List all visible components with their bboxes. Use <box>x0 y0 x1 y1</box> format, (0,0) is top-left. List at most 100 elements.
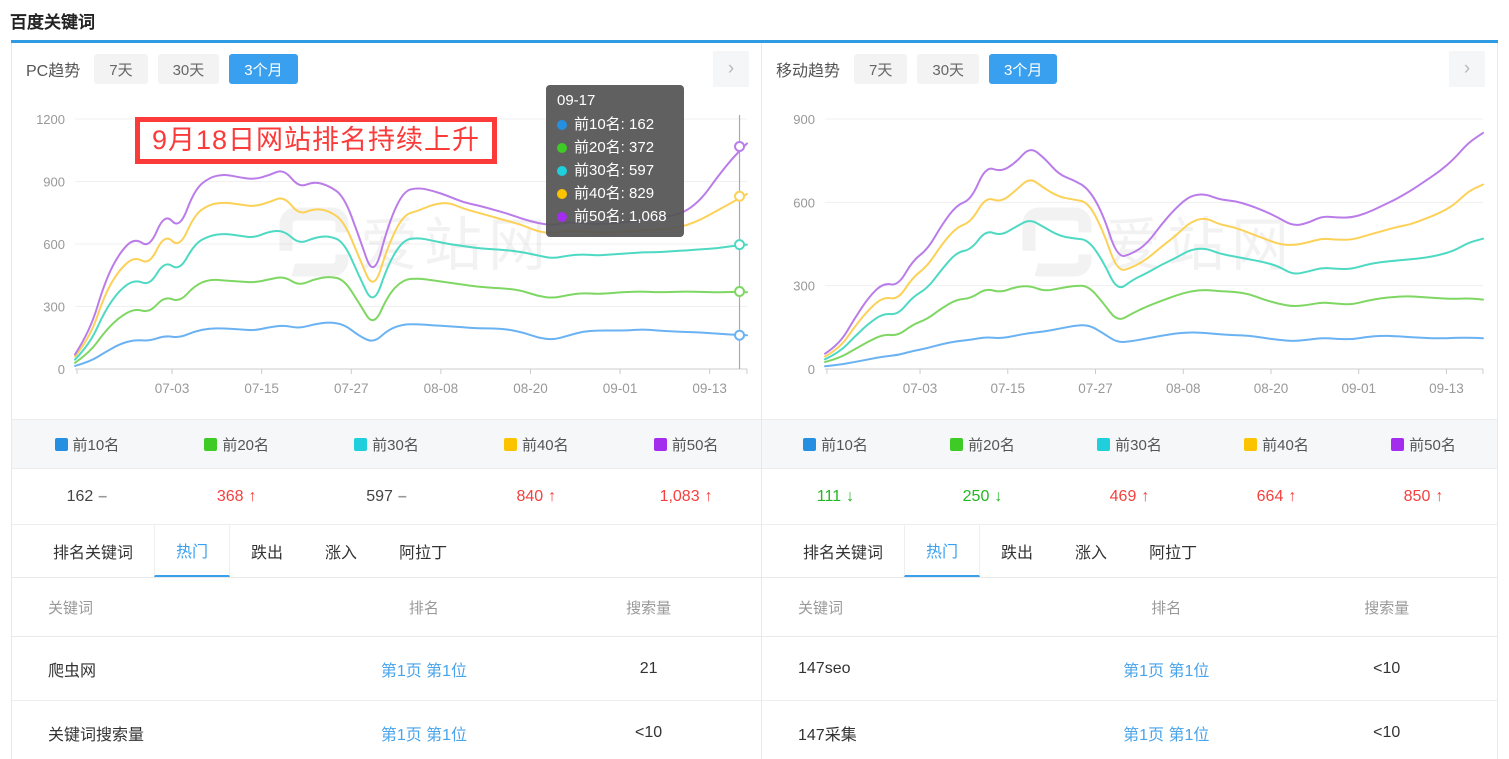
volume-cell: <10 <box>1277 660 1498 678</box>
stat-value-前30名: 597– <box>312 488 462 506</box>
next-arrow-button[interactable]: › <box>713 51 749 87</box>
legend-swatch-icon <box>654 438 667 451</box>
keyword-cell: 147seo <box>762 660 1056 678</box>
legend-item-前30名[interactable]: 前30名 <box>312 434 462 455</box>
svg-text:09-01: 09-01 <box>1341 381 1376 396</box>
down-arrow-icon: ↓ <box>994 488 1002 505</box>
range-button-30天[interactable]: 30天 <box>158 54 220 84</box>
legend-item-前40名[interactable]: 前40名 <box>461 434 611 455</box>
legend-label: 前30名 <box>372 434 419 455</box>
legend-swatch-icon <box>504 438 517 451</box>
tooltip-item-前10名: 前10名: 162 <box>557 113 672 136</box>
stat-value-前20名: 250↓ <box>909 488 1056 506</box>
tab-跌出[interactable]: 跌出 <box>230 525 304 577</box>
stat-number: 368 <box>217 488 244 505</box>
table-row: 147采集第1页 第1位<10 <box>762 701 1497 759</box>
table-row: 关键词搜索量第1页 第1位<10 <box>12 701 761 759</box>
stat-value-前30名: 469↑ <box>1056 488 1203 506</box>
tooltip-text: 前10名: 162 <box>574 113 654 136</box>
range-button-3个月[interactable]: 3个月 <box>989 54 1057 84</box>
tab-热门[interactable]: 热门 <box>904 525 980 577</box>
volume-cell: 21 <box>536 660 761 678</box>
table-row: 爬虫网第1页 第1位21 <box>12 637 761 701</box>
legend-label: 前50名 <box>672 434 719 455</box>
tab-热门[interactable]: 热门 <box>154 525 230 577</box>
rank-link[interactable]: 第1页 第1位 <box>1123 663 1209 680</box>
legend-item-前40名[interactable]: 前40名 <box>1203 434 1350 455</box>
stat-value-前50名: 1,083↑ <box>611 488 761 506</box>
legend-label: 前10名 <box>821 434 868 455</box>
svg-text:07-15: 07-15 <box>991 381 1026 396</box>
legend-item-前20名[interactable]: 前20名 <box>162 434 312 455</box>
tab-阿拉丁[interactable]: 阿拉丁 <box>378 525 468 577</box>
tooltip-item-前20名: 前20名: 372 <box>557 136 672 159</box>
stat-number: 840 <box>516 488 543 505</box>
rank-cell: 第1页 第1位 <box>312 721 537 745</box>
mobile-trend-chart[interactable]: 0300600900爱站网07-0307-1507-2708-0808-2009… <box>762 93 1497 419</box>
next-arrow-button[interactable]: › <box>1449 51 1485 87</box>
range-button-7天[interactable]: 7天 <box>854 54 907 84</box>
legend-swatch-icon <box>1391 438 1404 451</box>
tooltip-item-前40名: 前40名: 829 <box>557 182 672 205</box>
pc-chart-area: 03006009001200爱站网07-0307-1507-2708-0808-… <box>12 93 761 419</box>
column-header-keyword: 关键词 <box>762 597 1056 618</box>
stat-value-前50名: 850↑ <box>1350 488 1497 506</box>
legend-label: 前50名 <box>1409 434 1456 455</box>
down-arrow-icon: ↓ <box>846 488 854 505</box>
pc-table-header: 关键词 排名 搜索量 <box>12 578 761 637</box>
range-button-7天[interactable]: 7天 <box>94 54 147 84</box>
svg-text:0: 0 <box>808 362 815 377</box>
tab-涨入[interactable]: 涨入 <box>304 525 378 577</box>
range-button-3个月[interactable]: 3个月 <box>229 54 297 84</box>
legend-swatch-icon <box>803 438 816 451</box>
flat-arrow-icon: – <box>398 488 407 505</box>
tab-跌出[interactable]: 跌出 <box>980 525 1054 577</box>
legend-item-前10名[interactable]: 前10名 <box>762 434 909 455</box>
rank-link[interactable]: 第1页 第1位 <box>1123 727 1209 744</box>
legend-item-前50名[interactable]: 前50名 <box>1350 434 1497 455</box>
series-dot-icon <box>557 143 567 153</box>
tooltip-text: 前20名: 372 <box>574 136 654 159</box>
stat-value-前40名: 840 ↑ <box>461 488 611 506</box>
svg-text:900: 900 <box>793 112 815 127</box>
stat-number: 850 <box>1404 488 1431 505</box>
svg-text:07-27: 07-27 <box>1078 381 1113 396</box>
pc-legend-row: 前10名前20名 前30名 前40名 前50名 <box>12 419 761 469</box>
column-header-volume: 搜索量 <box>536 597 761 618</box>
svg-text:07-03: 07-03 <box>903 381 938 396</box>
legend-item-前30名[interactable]: 前30名 <box>1056 434 1203 455</box>
series-dot-icon <box>557 189 567 199</box>
tooltip-item-前50名: 前50名: 1,068 <box>557 205 672 228</box>
tab-阿拉丁[interactable]: 阿拉丁 <box>1128 525 1218 577</box>
svg-text:08-08: 08-08 <box>1166 381 1201 396</box>
tab-排名关键词[interactable]: 排名关键词 <box>32 525 154 577</box>
range-button-30天[interactable]: 30天 <box>917 54 979 84</box>
legend-item-前20名[interactable]: 前20名 <box>909 434 1056 455</box>
mobile-trend-panel: 移动趋势 7天30天3个月 › 0300600900爱站网07-0307-150… <box>761 43 1497 759</box>
legend-item-前10名[interactable]: 前10名 <box>12 434 162 455</box>
series-dot-icon <box>557 166 567 176</box>
svg-text:0: 0 <box>58 362 65 377</box>
tooltip-text: 前50名: 1,068 <box>574 205 667 228</box>
series-dot-icon <box>557 120 567 130</box>
stat-number: 469 <box>1110 488 1137 505</box>
table-row: 147seo 第1页 第1位 <10 <box>762 637 1497 701</box>
mobile-table-header: 关键词 排名 搜索量 <box>762 578 1497 637</box>
volume-cell: <10 <box>1277 724 1498 742</box>
svg-text:09-13: 09-13 <box>692 381 727 396</box>
tooltip-date: 09-17 <box>557 92 672 109</box>
tab-涨入[interactable]: 涨入 <box>1054 525 1128 577</box>
stat-number: 664 <box>1257 488 1284 505</box>
up-arrow-icon: ↑ <box>548 488 556 505</box>
legend-item-前50名[interactable]: 前50名 <box>611 434 761 455</box>
svg-text:09-01: 09-01 <box>603 381 638 396</box>
up-arrow-icon: ↑ <box>705 488 713 505</box>
rank-link[interactable]: 第1页 第1位 <box>381 663 467 680</box>
annotation-box: 9月18日网站排名持续上升 <box>135 117 497 164</box>
series-dot-icon <box>557 212 567 222</box>
pc-trend-label: PC趋势 <box>26 57 80 81</box>
legend-label: 前40名 <box>1262 434 1309 455</box>
tab-排名关键词[interactable]: 排名关键词 <box>782 525 904 577</box>
rank-link[interactable]: 第1页 第1位 <box>381 727 467 744</box>
legend-label: 前30名 <box>1115 434 1162 455</box>
